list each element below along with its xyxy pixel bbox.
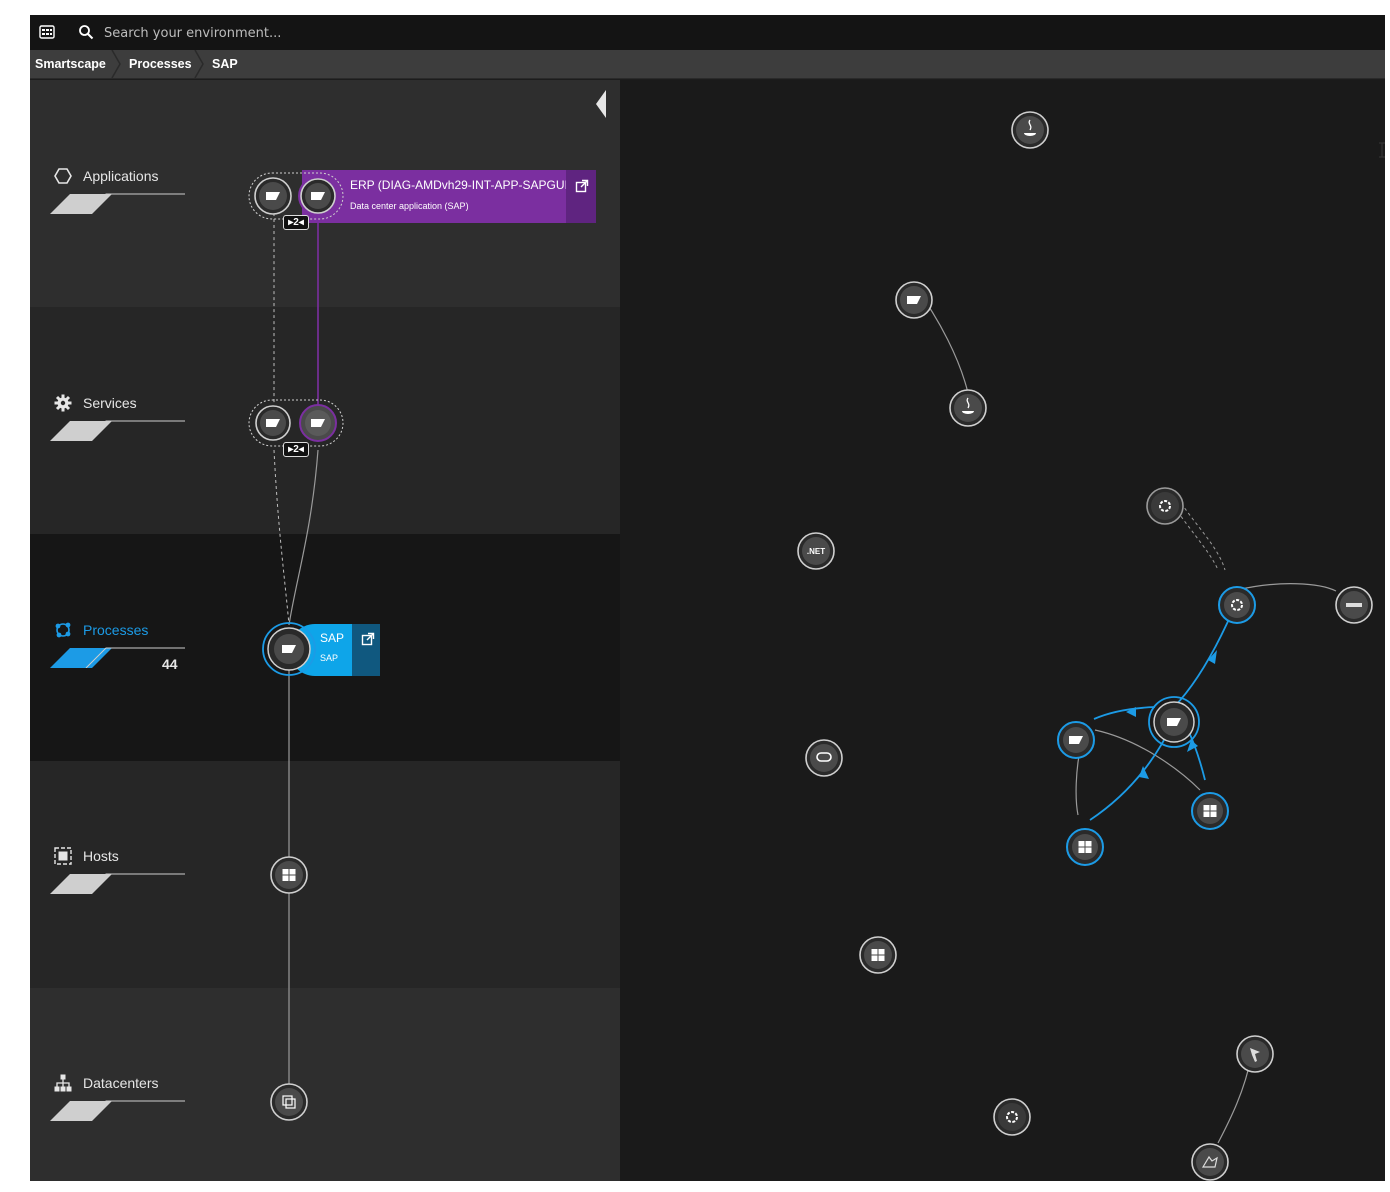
dotnet-icon-label: .NET — [807, 547, 825, 556]
node-process-group[interactable] — [1146, 487, 1184, 525]
node-java[interactable] — [1011, 111, 1049, 149]
edge-arrow — [1139, 766, 1149, 779]
application-node-sap-selected[interactable] — [298, 176, 338, 216]
edge-highlighted — [1089, 724, 1173, 821]
service-process-link — [288, 449, 319, 626]
breadcrumb-separator — [111, 50, 121, 78]
vertical-stack-panel: Applications Services Processes 44 Hosts… — [30, 80, 620, 1181]
node-windows-highlighted[interactable] — [1066, 828, 1104, 866]
service-process-dashed-link — [273, 449, 290, 626]
process-node-sap[interactable] — [262, 622, 316, 676]
node-oracle[interactable] — [805, 739, 843, 777]
application-group-count-badge[interactable]: ▸2◂ — [283, 215, 309, 230]
breadcrumb: Smartscape Processes SAP — [30, 50, 1385, 79]
top-bar — [30, 15, 1385, 50]
service-node-sap[interactable] — [255, 405, 291, 441]
edge — [1236, 583, 1337, 592]
edge-highlighted — [1093, 706, 1156, 720]
search-input[interactable] — [102, 21, 706, 45]
menu-icon[interactable] — [38, 23, 56, 41]
node-process-group-highlighted[interactable] — [1218, 586, 1256, 624]
smartscape-app: Smartscape Processes SAP Applications Se… — [30, 15, 1385, 1181]
edge-highlighted — [1173, 607, 1235, 708]
node-java[interactable] — [949, 389, 987, 427]
text-cursor-icon — [1379, 142, 1385, 158]
node-dotnet[interactable]: .NET — [797, 532, 835, 570]
node-windows[interactable] — [859, 936, 897, 974]
edge-highlighted — [1187, 729, 1206, 781]
node-sap[interactable] — [895, 281, 933, 319]
node-windows-highlighted[interactable] — [1191, 792, 1229, 830]
node-tool[interactable] — [1191, 1143, 1229, 1181]
node-sap-highlighted[interactable] — [1057, 721, 1095, 759]
datacenter-node[interactable] — [270, 1083, 308, 1121]
breadcrumb-processes[interactable]: Processes — [129, 50, 192, 78]
breadcrumb-sap[interactable]: SAP — [212, 50, 238, 78]
topology-map: .NET — [620, 80, 1385, 1181]
node-tool[interactable] — [1236, 1035, 1274, 1073]
service-node-sap-selected[interactable] — [299, 404, 337, 442]
node-sap-selected[interactable] — [1148, 696, 1200, 748]
breadcrumb-smartscape[interactable]: Smartscape — [35, 50, 106, 78]
search-icon — [79, 25, 94, 40]
host-node-windows[interactable] — [270, 856, 308, 894]
service-group-count-badge[interactable]: ▸2◂ — [283, 442, 309, 457]
application-node-sap[interactable] — [254, 177, 292, 215]
breadcrumb-separator — [194, 50, 204, 78]
topology-graph: .NET — [797, 111, 1373, 1181]
vertical-stack-graph — [248, 172, 344, 1121]
node-process-group[interactable] — [993, 1098, 1031, 1136]
node-jenkins[interactable] — [1335, 586, 1373, 624]
